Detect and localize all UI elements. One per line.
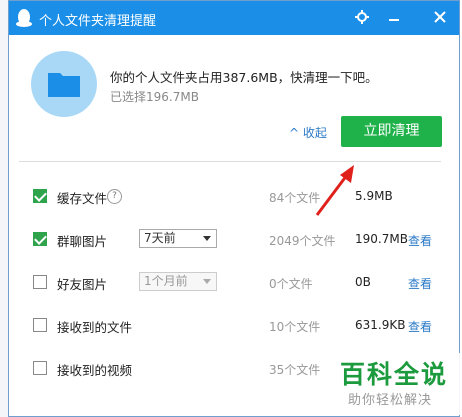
file-size: 0B bbox=[355, 275, 371, 289]
dropdown-arrow-icon bbox=[203, 279, 211, 284]
item-label: 群聊图片 bbox=[57, 234, 108, 249]
file-size: 190.7MB bbox=[355, 232, 408, 246]
list-item: 好友图片 1个月前 0个文件 0B 查看 bbox=[9, 271, 461, 295]
select-value: 7天前 bbox=[144, 231, 176, 245]
minimize-icon[interactable] bbox=[381, 5, 407, 29]
view-link[interactable]: 查看 bbox=[408, 318, 432, 335]
time-range-select[interactable]: 1个月前 bbox=[139, 272, 217, 291]
dropdown-arrow-icon bbox=[203, 236, 211, 241]
qq-penguin-icon bbox=[16, 9, 32, 27]
file-count: 84个文件 bbox=[269, 191, 321, 205]
list-item: 缓存文件 ? 84个文件 5.9MB bbox=[9, 185, 461, 209]
watermark-logo: 百科全说 助你轻松解决 bbox=[334, 353, 462, 415]
cache-files-checkbox[interactable] bbox=[33, 189, 47, 203]
window-title: 个人文件夹清理提醒 bbox=[39, 14, 157, 29]
view-link[interactable]: 查看 bbox=[408, 275, 432, 292]
received-videos-checkbox[interactable] bbox=[33, 361, 47, 375]
watermark-title: 百科全说 bbox=[340, 360, 449, 389]
item-label: 接收到的视频 bbox=[57, 363, 133, 378]
chevron-up-icon: ^ bbox=[289, 126, 300, 140]
cleanup-dialog: 个人文件夹清理提醒 你的个人文件夹占用387.6MB，快清理一下吧。 已选择19… bbox=[8, 0, 462, 417]
divider bbox=[19, 161, 441, 162]
clean-now-button[interactable]: 立即清理 bbox=[341, 116, 442, 147]
collapse-label: 收起 bbox=[302, 126, 327, 140]
selected-size-text: 已选择196.7MB bbox=[110, 90, 199, 104]
friend-images-checkbox[interactable] bbox=[33, 275, 47, 289]
list-item: 群聊图片 7天前 2049个文件 190.7MB 查看 bbox=[9, 228, 461, 252]
summary-text: 你的个人文件夹占用387.6MB，快清理一下吧。 bbox=[110, 70, 378, 85]
item-label: 好友图片 bbox=[57, 277, 108, 292]
title-bar: 个人文件夹清理提醒 bbox=[9, 1, 459, 35]
received-files-checkbox[interactable] bbox=[33, 318, 47, 332]
watermark-subtitle: 助你轻松解决 bbox=[348, 393, 433, 408]
file-count: 35个文件 bbox=[269, 363, 321, 377]
gear-icon[interactable] bbox=[349, 5, 375, 29]
collapse-link[interactable]: ^ 收起 bbox=[289, 124, 327, 141]
help-icon[interactable]: ? bbox=[107, 189, 122, 204]
file-size: 5.9MB bbox=[355, 189, 393, 203]
file-count: 10个文件 bbox=[269, 320, 321, 334]
folder-icon bbox=[31, 51, 97, 117]
file-count: 2049个文件 bbox=[269, 234, 336, 248]
file-size: 631.9KB bbox=[355, 318, 406, 332]
close-icon[interactable] bbox=[427, 5, 453, 29]
list-item: 接收到的文件 10个文件 631.9KB 查看 bbox=[9, 314, 461, 338]
item-label: 接收到的文件 bbox=[57, 320, 133, 335]
time-range-select[interactable]: 7天前 bbox=[139, 229, 217, 248]
group-images-checkbox[interactable] bbox=[33, 232, 47, 246]
select-value: 1个月前 bbox=[144, 274, 188, 288]
item-label: 缓存文件 bbox=[57, 191, 108, 206]
file-count: 0个文件 bbox=[269, 277, 313, 291]
view-link[interactable]: 查看 bbox=[408, 232, 432, 249]
